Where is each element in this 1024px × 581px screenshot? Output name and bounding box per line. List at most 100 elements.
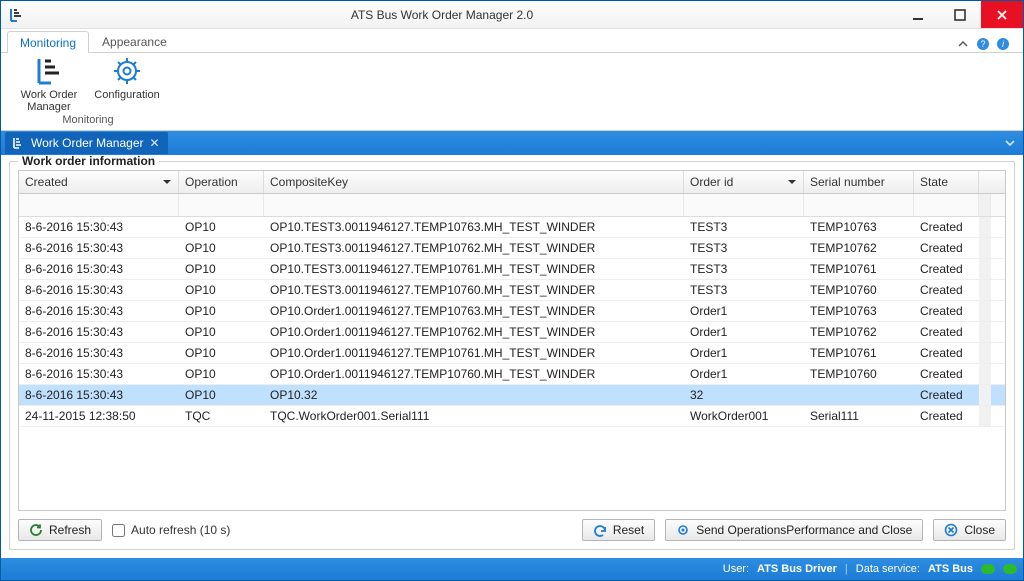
status-data-label: Data service:	[856, 563, 920, 575]
cell-state: Created	[914, 301, 979, 321]
groupbox-work-order-information: Work order information Created Operation…	[9, 161, 1015, 550]
cell-created: 8-6-2016 15:30:43	[19, 364, 179, 384]
status-user-value: ATS Bus Driver	[757, 563, 837, 575]
grid-body[interactable]: 8-6-2016 15:30:43OP10OP10.TEST3.00119461…	[19, 217, 1005, 510]
cell-op: OP10	[179, 343, 264, 363]
content-area: Work order information Created Operation…	[1, 155, 1023, 558]
groupbox-title: Work order information	[18, 155, 159, 168]
table-row[interactable]: 8-6-2016 15:30:43OP10OP10.Order1.0011946…	[19, 364, 1005, 385]
status-led-green	[981, 564, 995, 574]
cell-order: Order1	[684, 322, 804, 342]
window-title: ATS Bus Work Order Manager 2.0	[0, 8, 897, 22]
auto-refresh-checkbox-input[interactable]	[112, 524, 125, 537]
grid-filter-row[interactable]	[19, 194, 1005, 217]
collapse-ribbon-icon[interactable]	[955, 36, 971, 52]
cell-state: Created	[914, 280, 979, 300]
ribbon-body: Work Order Manager Configuration Monitor…	[1, 53, 1023, 131]
auto-refresh-checkbox[interactable]: Auto refresh (10 s)	[112, 523, 230, 537]
cell-state: Created	[914, 217, 979, 237]
cell-serial: TEMP10762	[804, 238, 914, 258]
ribbon-tab-strip: Monitoring Appearance ? i	[1, 29, 1023, 53]
tab-appearance[interactable]: Appearance	[89, 30, 180, 52]
cell-order: WorkOrder001	[684, 406, 804, 426]
column-header-state[interactable]: State	[914, 171, 979, 193]
cell-key: OP10.Order1.0011946127.TEMP10761.MH_TEST…	[264, 343, 684, 363]
status-separator: |	[845, 563, 848, 575]
work-order-manager-icon	[33, 55, 65, 87]
ribbon-item-work-order-manager[interactable]: Work Order Manager	[15, 55, 83, 113]
cell-serial	[804, 385, 914, 405]
cell-state: Created	[914, 364, 979, 384]
status-led-green	[1003, 564, 1017, 574]
window-controls	[897, 1, 1023, 28]
refresh-button[interactable]: Refresh	[18, 519, 102, 541]
cell-order: TEST3	[684, 280, 804, 300]
close-tab-icon[interactable]: ✕	[149, 136, 159, 150]
cell-key: OP10.TEST3.0011946127.TEMP10760.MH_TEST_…	[264, 280, 684, 300]
cell-op: OP10	[179, 301, 264, 321]
cell-key: OP10.TEST3.0011946127.TEMP10763.MH_TEST_…	[264, 217, 684, 237]
table-row[interactable]: 8-6-2016 15:30:43OP10OP10.TEST3.00119461…	[19, 259, 1005, 280]
cell-order: 32	[684, 385, 804, 405]
cell-serial: TEMP10760	[804, 280, 914, 300]
table-row[interactable]: 8-6-2016 15:30:43OP10OP10.TEST3.00119461…	[19, 280, 1005, 301]
column-header-compositekey[interactable]: CompositeKey	[264, 171, 684, 193]
cell-created: 8-6-2016 15:30:43	[19, 280, 179, 300]
undo-icon	[593, 523, 607, 537]
document-tab-strip: Work Order Manager ✕	[1, 131, 1023, 155]
grid-action-bar: Refresh Auto refresh (10 s) Reset Send O…	[18, 511, 1006, 541]
cell-created: 8-6-2016 15:30:43	[19, 217, 179, 237]
ribbon-item-label: Configuration	[94, 89, 159, 101]
column-header-orderid[interactable]: Order id	[684, 171, 804, 193]
table-row[interactable]: 8-6-2016 15:30:43OP10OP10.3232Created	[19, 385, 1005, 406]
column-header-created[interactable]: Created	[19, 171, 179, 193]
cell-key: OP10.Order1.0011946127.TEMP10763.MH_TEST…	[264, 301, 684, 321]
cell-order: TEST3	[684, 238, 804, 258]
cell-op: OP10	[179, 217, 264, 237]
gear-icon	[111, 55, 143, 87]
cell-created: 24-11-2015 12:38:50	[19, 406, 179, 426]
send-operations-button[interactable]: Send OperationsPerformance and Close	[665, 519, 923, 541]
work-order-grid: Created Operation CompositeKey Order id …	[18, 170, 1006, 511]
cell-op: TQC	[179, 406, 264, 426]
status-data-value: ATS Bus	[928, 563, 973, 575]
column-header-operation[interactable]: Operation	[179, 171, 264, 193]
ribbon-item-label: Work Order Manager	[15, 89, 83, 113]
status-bar: User: ATS Bus Driver | Data service: ATS…	[1, 558, 1023, 580]
cell-state: Created	[914, 238, 979, 258]
cell-state: Created	[914, 259, 979, 279]
help-icon[interactable]: ?	[975, 36, 991, 52]
cell-state: Created	[914, 385, 979, 405]
table-row[interactable]: 8-6-2016 15:30:43OP10OP10.Order1.0011946…	[19, 301, 1005, 322]
refresh-icon	[29, 523, 43, 537]
close-button[interactable]: Close	[933, 519, 1006, 541]
about-icon[interactable]: i	[995, 36, 1011, 52]
cell-op: OP10	[179, 322, 264, 342]
cell-serial: TEMP10762	[804, 322, 914, 342]
reset-button[interactable]: Reset	[582, 519, 655, 541]
cell-order: Order1	[684, 301, 804, 321]
cell-serial: TEMP10761	[804, 259, 914, 279]
cell-serial: TEMP10763	[804, 217, 914, 237]
ribbon-item-configuration[interactable]: Configuration	[93, 55, 161, 113]
table-row[interactable]: 24-11-2015 12:38:50TQCTQC.WorkOrder001.S…	[19, 406, 1005, 427]
column-header-serialnumber[interactable]: Serial number	[804, 171, 914, 193]
cell-key: OP10.TEST3.0011946127.TEMP10762.MH_TEST_…	[264, 238, 684, 258]
cell-order: Order1	[684, 343, 804, 363]
titlebar: ATS Bus Work Order Manager 2.0	[1, 1, 1023, 29]
table-row[interactable]: 8-6-2016 15:30:43OP10OP10.Order1.0011946…	[19, 322, 1005, 343]
cell-op: OP10	[179, 238, 264, 258]
ribbon-group-monitoring: Work Order Manager Configuration Monitor…	[7, 55, 169, 128]
tab-overflow-icon[interactable]	[997, 138, 1023, 148]
maximize-button[interactable]	[939, 1, 981, 28]
table-row[interactable]: 8-6-2016 15:30:43OP10OP10.Order1.0011946…	[19, 343, 1005, 364]
minimize-button[interactable]	[897, 1, 939, 28]
tab-monitoring[interactable]: Monitoring	[7, 31, 89, 53]
table-row[interactable]: 8-6-2016 15:30:43OP10OP10.TEST3.00119461…	[19, 217, 1005, 238]
app-window: ATS Bus Work Order Manager 2.0 Monitorin…	[0, 0, 1024, 581]
close-window-button[interactable]	[981, 1, 1023, 28]
gear-send-icon	[676, 523, 690, 537]
table-row[interactable]: 8-6-2016 15:30:43OP10OP10.TEST3.00119461…	[19, 238, 1005, 259]
document-tab-work-order-manager[interactable]: Work Order Manager ✕	[5, 132, 168, 154]
cell-key: OP10.Order1.0011946127.TEMP10762.MH_TEST…	[264, 322, 684, 342]
